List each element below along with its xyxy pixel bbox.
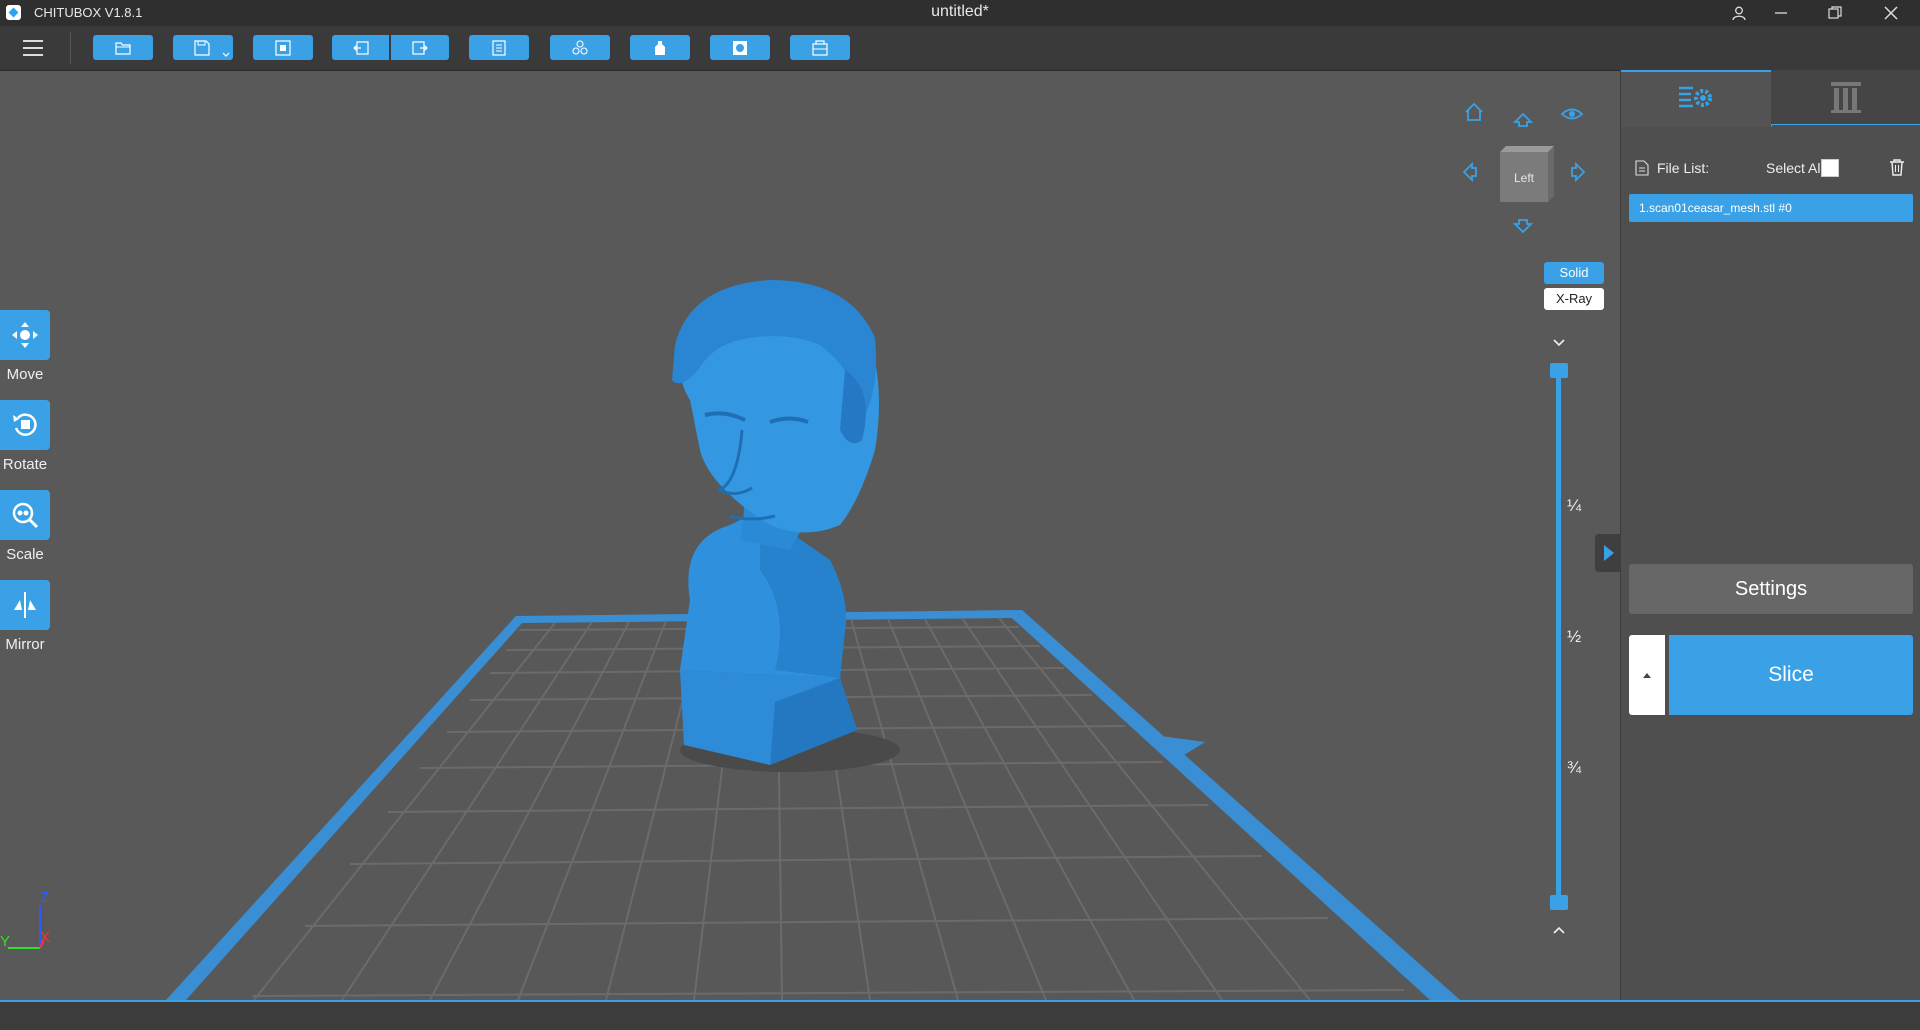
user-account-icon[interactable] (1716, 0, 1762, 26)
dig-hole-button[interactable] (790, 35, 850, 60)
rotate-icon (13, 413, 37, 436)
slider-up-chevron-icon[interactable] (1552, 925, 1566, 935)
arrange-button[interactable] (550, 35, 610, 60)
scale-tile[interactable] (0, 490, 50, 540)
mirror-tile[interactable] (0, 580, 50, 630)
save-icon (194, 39, 210, 56)
view-cube-face-label: Left (1514, 171, 1535, 185)
mirror-label: Mirror (5, 636, 45, 653)
bottle-icon (655, 40, 665, 55)
slider-tick-three-quarter: ¾ (1567, 758, 1582, 777)
bottom-view-arrow-icon[interactable] (1512, 219, 1534, 234)
select-all-label: Select All (1766, 160, 1824, 176)
right-view-arrow-icon[interactable] (1571, 161, 1586, 183)
hollow-button[interactable] (710, 35, 770, 60)
save-button[interactable] (173, 35, 233, 60)
slider-tick-quarter: ¼ (1567, 496, 1582, 515)
move-label: Move (6, 366, 44, 383)
scale-magnifier-icon (12, 502, 39, 529)
close-button[interactable] (1868, 0, 1914, 26)
model-info-button[interactable] (469, 35, 529, 60)
supports-columns-icon (1831, 82, 1861, 113)
redo-button[interactable] (391, 35, 449, 60)
undo-button[interactable] (332, 35, 389, 60)
triangle-up-icon (1643, 673, 1651, 678)
tray-icon (812, 39, 828, 56)
fit-view-button[interactable] (253, 35, 313, 60)
view-cube[interactable]: Left (1500, 146, 1554, 202)
rotate-tile[interactable] (0, 400, 50, 450)
right-panel: File List: Select All 1.scan01ceasar_mes… (1595, 70, 1920, 1000)
move-arrows-icon (12, 322, 38, 348)
slice-options-dropdown[interactable] (1629, 635, 1665, 715)
axis-y-label: Y (0, 933, 10, 950)
slider-tick-half: ½ (1567, 627, 1582, 646)
hollow-icon (733, 40, 747, 55)
3d-viewport[interactable] (0, 70, 1620, 1000)
triangle-right-icon (1604, 545, 1614, 561)
toolbar (0, 26, 1920, 71)
axis-indicator: Z Y X (0, 889, 60, 956)
axis-z-label: Z (40, 892, 49, 906)
slider-down-chevron-icon[interactable] (1552, 338, 1566, 348)
settings-button[interactable]: Settings (1629, 564, 1913, 614)
document-title: untitled* (931, 3, 989, 20)
file-list-header: File List: Select All (1633, 158, 1913, 180)
eye-icon[interactable] (1560, 108, 1584, 120)
axis-x-label: X (40, 929, 50, 946)
mirror-icon (14, 592, 36, 618)
folder-icon (115, 41, 131, 55)
scale-label: Scale (6, 546, 44, 563)
xray-mode-button[interactable]: X-Ray (1544, 288, 1604, 310)
fit-frame-icon (275, 39, 291, 56)
tab-supports[interactable] (1771, 70, 1920, 125)
undo-icon (352, 40, 369, 55)
hamburger-menu-icon[interactable] (18, 36, 50, 62)
list-settings-icon (1679, 86, 1712, 108)
layer-slider-track[interactable] (1556, 364, 1561, 904)
rotate-label: Rotate (2, 456, 48, 473)
minimize-button[interactable] (1758, 0, 1804, 26)
chevron-down-icon (222, 52, 230, 57)
trash-icon[interactable] (1889, 159, 1905, 176)
view-navigation: Left (1462, 102, 1586, 234)
document-list-icon (492, 39, 506, 56)
file-icon (1635, 160, 1649, 176)
layer-slider-top-handle[interactable] (1550, 363, 1568, 378)
move-tile[interactable] (0, 310, 50, 360)
solid-mode-button[interactable]: Solid (1544, 262, 1604, 284)
tab-model-list[interactable] (1621, 70, 1772, 127)
toolbar-divider (70, 32, 71, 64)
maximize-button[interactable] (1812, 0, 1858, 26)
file-list-label: File List: (1657, 160, 1710, 176)
file-list-item[interactable]: 1.scan01ceasar_mesh.stl #0 (1629, 194, 1913, 222)
select-all-checkbox[interactable] (1821, 159, 1839, 177)
open-file-button[interactable] (93, 35, 153, 60)
left-view-arrow-icon[interactable] (1462, 161, 1477, 183)
home-view-icon[interactable] (1465, 102, 1483, 121)
slice-button[interactable]: Slice (1669, 635, 1913, 715)
top-view-arrow-icon[interactable] (1512, 112, 1534, 127)
arrange-cubes-icon (572, 39, 588, 55)
title-bar: CHITUBOX V1.8.1 untitled* (0, 0, 1920, 26)
supports-button[interactable] (630, 35, 690, 60)
layer-slider-bottom-handle[interactable] (1550, 895, 1568, 910)
panel-collapse-toggle[interactable] (1595, 534, 1621, 572)
status-bar (0, 1000, 1920, 1030)
redo-icon (412, 40, 428, 55)
